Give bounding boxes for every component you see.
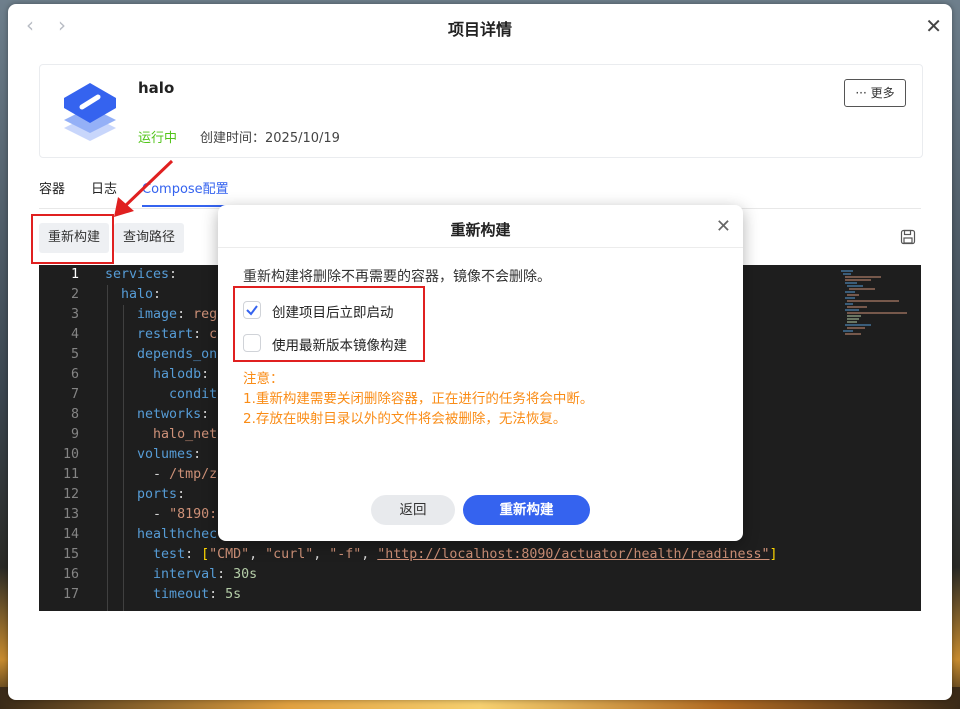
dialog-description: 重新构建将删除不再需要的容器，镜像不会删除。 (243, 269, 551, 285)
tab-containers[interactable]: 容器 (39, 178, 65, 205)
rebuild-dialog: 重新构建 ✕ 重新构建将删除不再需要的容器，镜像不会删除。 创建项目后立即启动 … (218, 205, 743, 541)
created-time: 创建时间：2025/10/19 (200, 131, 340, 146)
code-line: 15 test: ["CMD", "curl", "-f", "http://l… (62, 547, 778, 562)
arrow-annotation-icon (114, 159, 174, 217)
divider (218, 247, 743, 248)
close-icon[interactable]: ✕ (716, 216, 731, 237)
status-badge: 运行中 (138, 131, 178, 146)
highlight-box-rebuild (31, 214, 114, 264)
project-name: halo (138, 79, 175, 97)
confirm-rebuild-button[interactable]: 重新构建 (463, 495, 590, 525)
note-line: 1.重新构建需要关闭删除容器，正在进行的任务将会中断。 (243, 391, 594, 407)
project-summary-card: halo 运行中 创建时间：2025/10/19 ··· 更多 (39, 64, 923, 158)
more-button[interactable]: ··· 更多 (844, 79, 906, 107)
app-logo-icon (64, 83, 116, 141)
project-detail-window: ‹ › 项目详情 ✕ halo 运行中 创建时间：2025/10/19 ··· … (8, 4, 952, 700)
window-title: 项目详情 (447, 20, 512, 39)
code-line: 17 timeout: 5s (62, 587, 242, 602)
back-button[interactable]: 返回 (371, 495, 455, 525)
save-icon[interactable] (900, 229, 916, 245)
window-titlebar: ‹ › 项目详情 ✕ (8, 4, 952, 48)
note-title: 注意： (243, 371, 284, 387)
note-line: 2.存放在映射目录以外的文件将会被删除，无法恢复。 (243, 411, 567, 427)
close-icon[interactable]: ✕ (925, 14, 942, 38)
editor-minimap[interactable] (841, 269, 911, 339)
highlight-box-options (233, 286, 425, 362)
code-line: 16 interval: 30s (62, 567, 258, 582)
dialog-title: 重新构建 (450, 221, 511, 239)
query-path-button[interactable]: 查询路径 (114, 223, 185, 253)
